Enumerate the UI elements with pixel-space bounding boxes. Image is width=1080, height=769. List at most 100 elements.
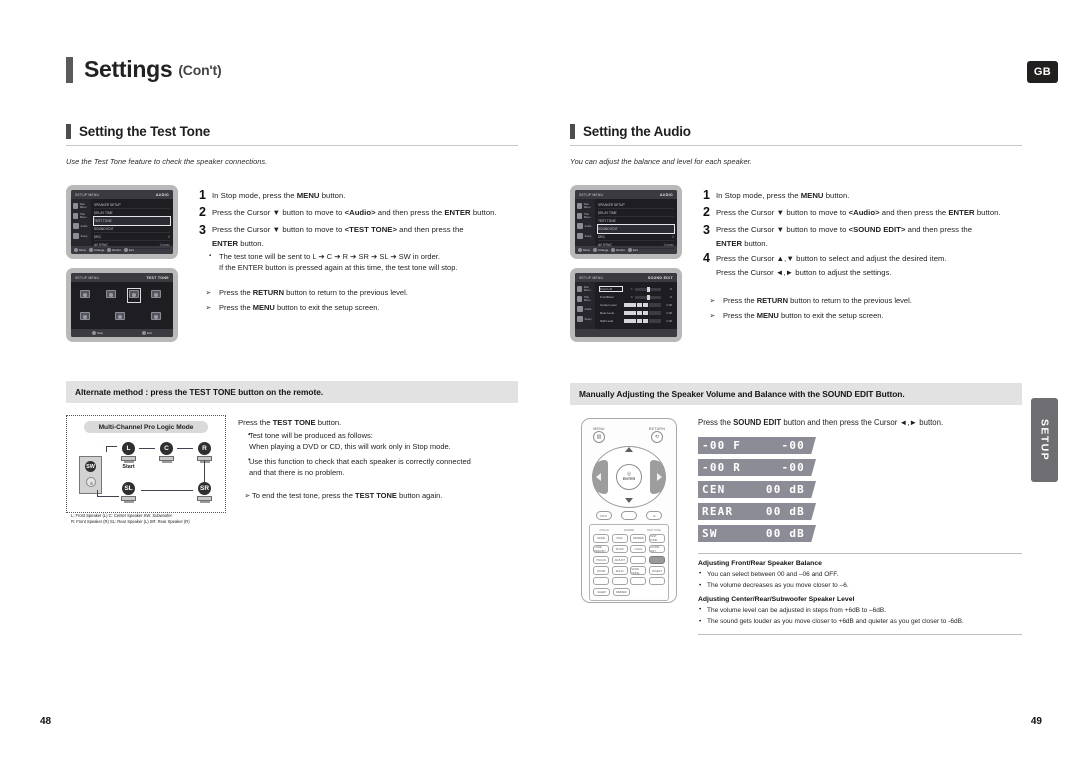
key-sound-edit-highlight[interactable]	[648, 555, 665, 565]
key-code-memory[interactable]: CODE MEMORY	[593, 544, 610, 554]
section-heading-audio: Setting the Audio	[570, 124, 1022, 144]
section-title: Setting the Audio	[583, 124, 691, 139]
tv-row-label: DELAY TIME	[598, 210, 617, 215]
key-blank-5[interactable]	[648, 576, 665, 586]
key-test-tone[interactable]: TEST TONE	[648, 534, 665, 543]
speaker-label-sl: SL	[122, 482, 135, 495]
tv-side-item-2: Audio	[584, 224, 592, 228]
section-description: Use the Test Tone feature to check the s…	[66, 157, 268, 166]
key-logo[interactable]: LOGO	[630, 544, 647, 554]
step-text: Press the Cursor ▼ button to move to <Au…	[212, 207, 497, 217]
remote-dpad[interactable]: ◎ ENTER	[592, 446, 666, 508]
tv-row-label: SOUND EDIT	[94, 226, 114, 231]
cursor-down-button[interactable]	[619, 498, 639, 507]
cursor-left-button[interactable]	[593, 460, 608, 494]
setup-icon	[577, 316, 583, 322]
tv-row-label: SOUND EDIT	[598, 226, 618, 231]
page-number-left: 48	[40, 716, 52, 727]
key-digest[interactable]: DIGEST	[648, 566, 665, 575]
audio-steps-row: SETUP MENU AUDIO Disc Menu Title Menu Au…	[570, 185, 1022, 351]
bullet-test-tone-order: The test tone will be sent to L ➔ C ➔ R …	[199, 252, 518, 263]
key-adjust[interactable]: ADJUST	[611, 555, 628, 565]
key-blank-2[interactable]	[593, 576, 610, 586]
arrow-l-to-c	[139, 448, 155, 450]
key-zoom[interactable]: ZOOM	[593, 566, 610, 575]
title-subtitle: (Con't)	[178, 61, 222, 78]
tv-side-item-1: Title Menu	[583, 213, 591, 219]
tv-screens-right: SETUP MENU AUDIO Disc Menu Title Menu Au…	[570, 185, 692, 351]
page-number-right: 49	[1030, 716, 1042, 727]
enter-button[interactable]: ◎ ENTER	[616, 464, 642, 490]
key-sleep[interactable]: SLEEP	[593, 587, 611, 597]
disc-menu-icon	[577, 286, 583, 292]
disc-menu-icon	[73, 203, 79, 209]
cursor-right-button[interactable]	[650, 460, 665, 494]
key-blank-3[interactable]	[611, 576, 628, 586]
step-3: 3 Press the Cursor ▼ button to move to <…	[703, 223, 1022, 237]
notes-divider-bottom	[698, 634, 1022, 636]
tv-side-item-0: Disc Menu	[583, 203, 591, 209]
tv-side-item-3: Setup	[584, 234, 592, 238]
tv-bottom-3: Exit	[632, 248, 638, 252]
step-1: 1 In Stop mode, press the MENU button.	[703, 188, 1022, 202]
pro-logic-diagram: Multi-Channel Pro Logic Mode SW L Start …	[66, 415, 226, 524]
key-dimmer[interactable]: DIMMER	[630, 534, 647, 543]
audio-icon	[577, 306, 583, 312]
tv-row-value: 0 msec	[663, 242, 674, 247]
tv-row-label: SPEAKER SETUP	[94, 202, 121, 207]
key-disc[interactable]: DISC	[611, 534, 628, 543]
se-row-right: R	[669, 295, 672, 299]
step-3-continuation: ENTER button.	[212, 239, 264, 249]
speaker-c: C	[157, 442, 176, 463]
speaker-front-right	[151, 290, 161, 301]
test-tone-steps-row: SETUP MENU AUDIO Disc Menu Title Menu Au…	[66, 185, 518, 351]
tv-row-label: DRC	[598, 234, 605, 239]
mid-button-2[interactable]	[620, 511, 637, 520]
mid-button-3[interactable]: ⊞	[646, 511, 663, 520]
remote-return-label: RETURN	[648, 427, 665, 431]
tv-menu-row: SPEAKER SETUP	[94, 201, 170, 209]
key-echo[interactable]: ECHO	[611, 566, 628, 575]
right-column: Setting the Audio You can adjust the bal…	[570, 124, 1022, 636]
step-text: Press the Cursor ▼ button to move to <Au…	[716, 207, 1001, 217]
tv-row-label: DELAY TIME	[94, 210, 113, 215]
tv-menu-row: TEST TONE	[598, 217, 674, 225]
info-button[interactable]: INFO	[595, 511, 612, 520]
key-mode[interactable]: MODE	[593, 534, 610, 543]
key-blank-4[interactable]	[630, 576, 647, 586]
tv-sidebar: Disc Menu Title Menu Audio Setup	[71, 199, 91, 246]
tv-row-value: 0	[672, 234, 674, 239]
arrow-sl-to-sw	[97, 496, 119, 498]
cursor-up-button[interactable]	[619, 447, 639, 456]
tv-screen-audio-menu-2: SETUP MENU AUDIO Disc Menu Title Menu Au…	[570, 185, 682, 259]
enter-button-label: ENTER	[622, 477, 636, 482]
key-blank-7	[649, 587, 665, 597]
key-slow[interactable]: SLOW	[611, 544, 628, 554]
remote-menu-label: MENU	[593, 427, 605, 431]
step-text: Press the Cursor ▼ button to move to <SO…	[716, 225, 973, 235]
key-p-scan[interactable]: P.SCAN	[593, 555, 610, 565]
tv-side-item-3: Setup	[584, 317, 592, 321]
sound-edit-row-selected: Front L/R L R	[598, 285, 674, 293]
tv-topbar-right: SOUND EDIT	[647, 275, 673, 280]
key-slide-mode[interactable]: SLIDE MODE	[630, 566, 647, 575]
tv-bottom-2: Return	[112, 248, 121, 252]
tv-side-item-0: Disc Menu	[583, 286, 591, 292]
key-blank-1[interactable]	[630, 555, 647, 565]
arrow-c-to-r	[177, 448, 193, 450]
tv-screen-audio-menu: SETUP MENU AUDIO Disc Menu Title Menu Au…	[66, 185, 178, 259]
tv-side-item-2: Audio	[584, 307, 592, 311]
tv-bottom-1: Change	[94, 248, 105, 252]
tv-screen-test-tone: SETUP MENU TEST TONE Stop Exit	[66, 268, 178, 342]
keypad-group-label-0: P.SCAN	[599, 528, 609, 532]
section-accent-bar	[66, 124, 71, 139]
speaker-center	[106, 290, 116, 301]
remote-row: MENU ▥ RETURN ⟲ ◎ ENTER INFO ⊞ P.SCAN DI…	[570, 418, 1022, 636]
step-number: 3	[199, 222, 206, 237]
tv-topbar-right: TEST TONE	[146, 275, 169, 280]
speaker-rear-left	[80, 312, 90, 323]
setup-icon	[577, 233, 583, 239]
key-dimmer-2[interactable]: DIMMER	[612, 587, 630, 597]
step-number: 1	[199, 188, 206, 202]
key-sound-edit-label[interactable]: SOUND EDIT	[648, 544, 665, 554]
